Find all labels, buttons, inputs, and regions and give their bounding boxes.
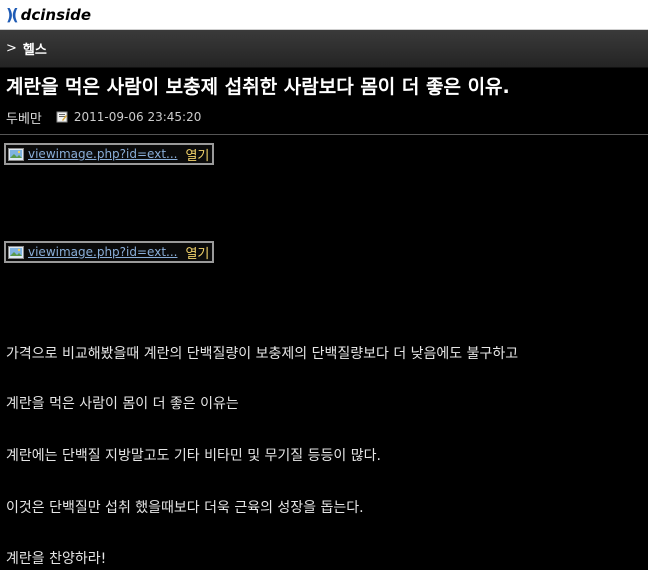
post-title: 계란을 먹은 사람이 보충제 섭취한 사람보다 몸이 더 좋은 이유. (6, 76, 510, 98)
image-attachment-1[interactable]: viewimage.php?id=ext... 열기 (4, 143, 215, 165)
author-name[interactable]: 두베만 (6, 108, 42, 127)
open-image-button[interactable]: 열기 (185, 243, 209, 262)
body-paragraph: 계란을 찬양하라! (6, 551, 107, 567)
body-paragraph: 계란에는 단백질 지방말고도 기타 비타민 및 무기질 등등이 많다. (6, 448, 381, 464)
logo-mark-icon: )( (6, 5, 19, 24)
image-link[interactable]: viewimage.php?id=ext... (28, 147, 177, 161)
body-paragraph: 가격으로 비교해봤을때 계란의 단백질량이 보충제의 단백질량보다 더 낮음에도… (6, 346, 519, 362)
body-paragraph: 계란을 먹은 사람이 몸이 더 좋은 이유는 (6, 396, 239, 412)
date-icon (56, 111, 68, 123)
image-attachment-2[interactable]: viewimage.php?id=ext... 열기 (4, 241, 215, 263)
gallery-name[interactable]: 헬스 (23, 39, 47, 58)
image-icon (8, 245, 24, 259)
divider (0, 134, 648, 135)
image-link[interactable]: viewimage.php?id=ext... (28, 245, 177, 259)
post-body: 가격으로 비교해봤을때 계란의 단백질량이 보충제의 단백질량보다 더 낮음에도… (0, 343, 648, 568)
image-spacer (0, 165, 648, 241)
chevron-right-icon: > (6, 41, 17, 56)
post-meta: 두베만 2011-09-06 23:45:20 (0, 99, 648, 127)
top-bar: )( dcinside (0, 0, 648, 30)
open-image-button[interactable]: 열기 (185, 145, 209, 164)
logo-text: dcinside (20, 5, 92, 24)
body-paragraph: 이것은 단백질만 섭취 했을때보다 더욱 근육의 성장을 돕는다. (6, 500, 364, 516)
site-logo[interactable]: )( dcinside (6, 5, 91, 24)
post-date: 2011-09-06 23:45:20 (73, 110, 202, 124)
gallery-bar[interactable]: > 헬스 (0, 30, 648, 68)
image-icon (8, 147, 24, 161)
